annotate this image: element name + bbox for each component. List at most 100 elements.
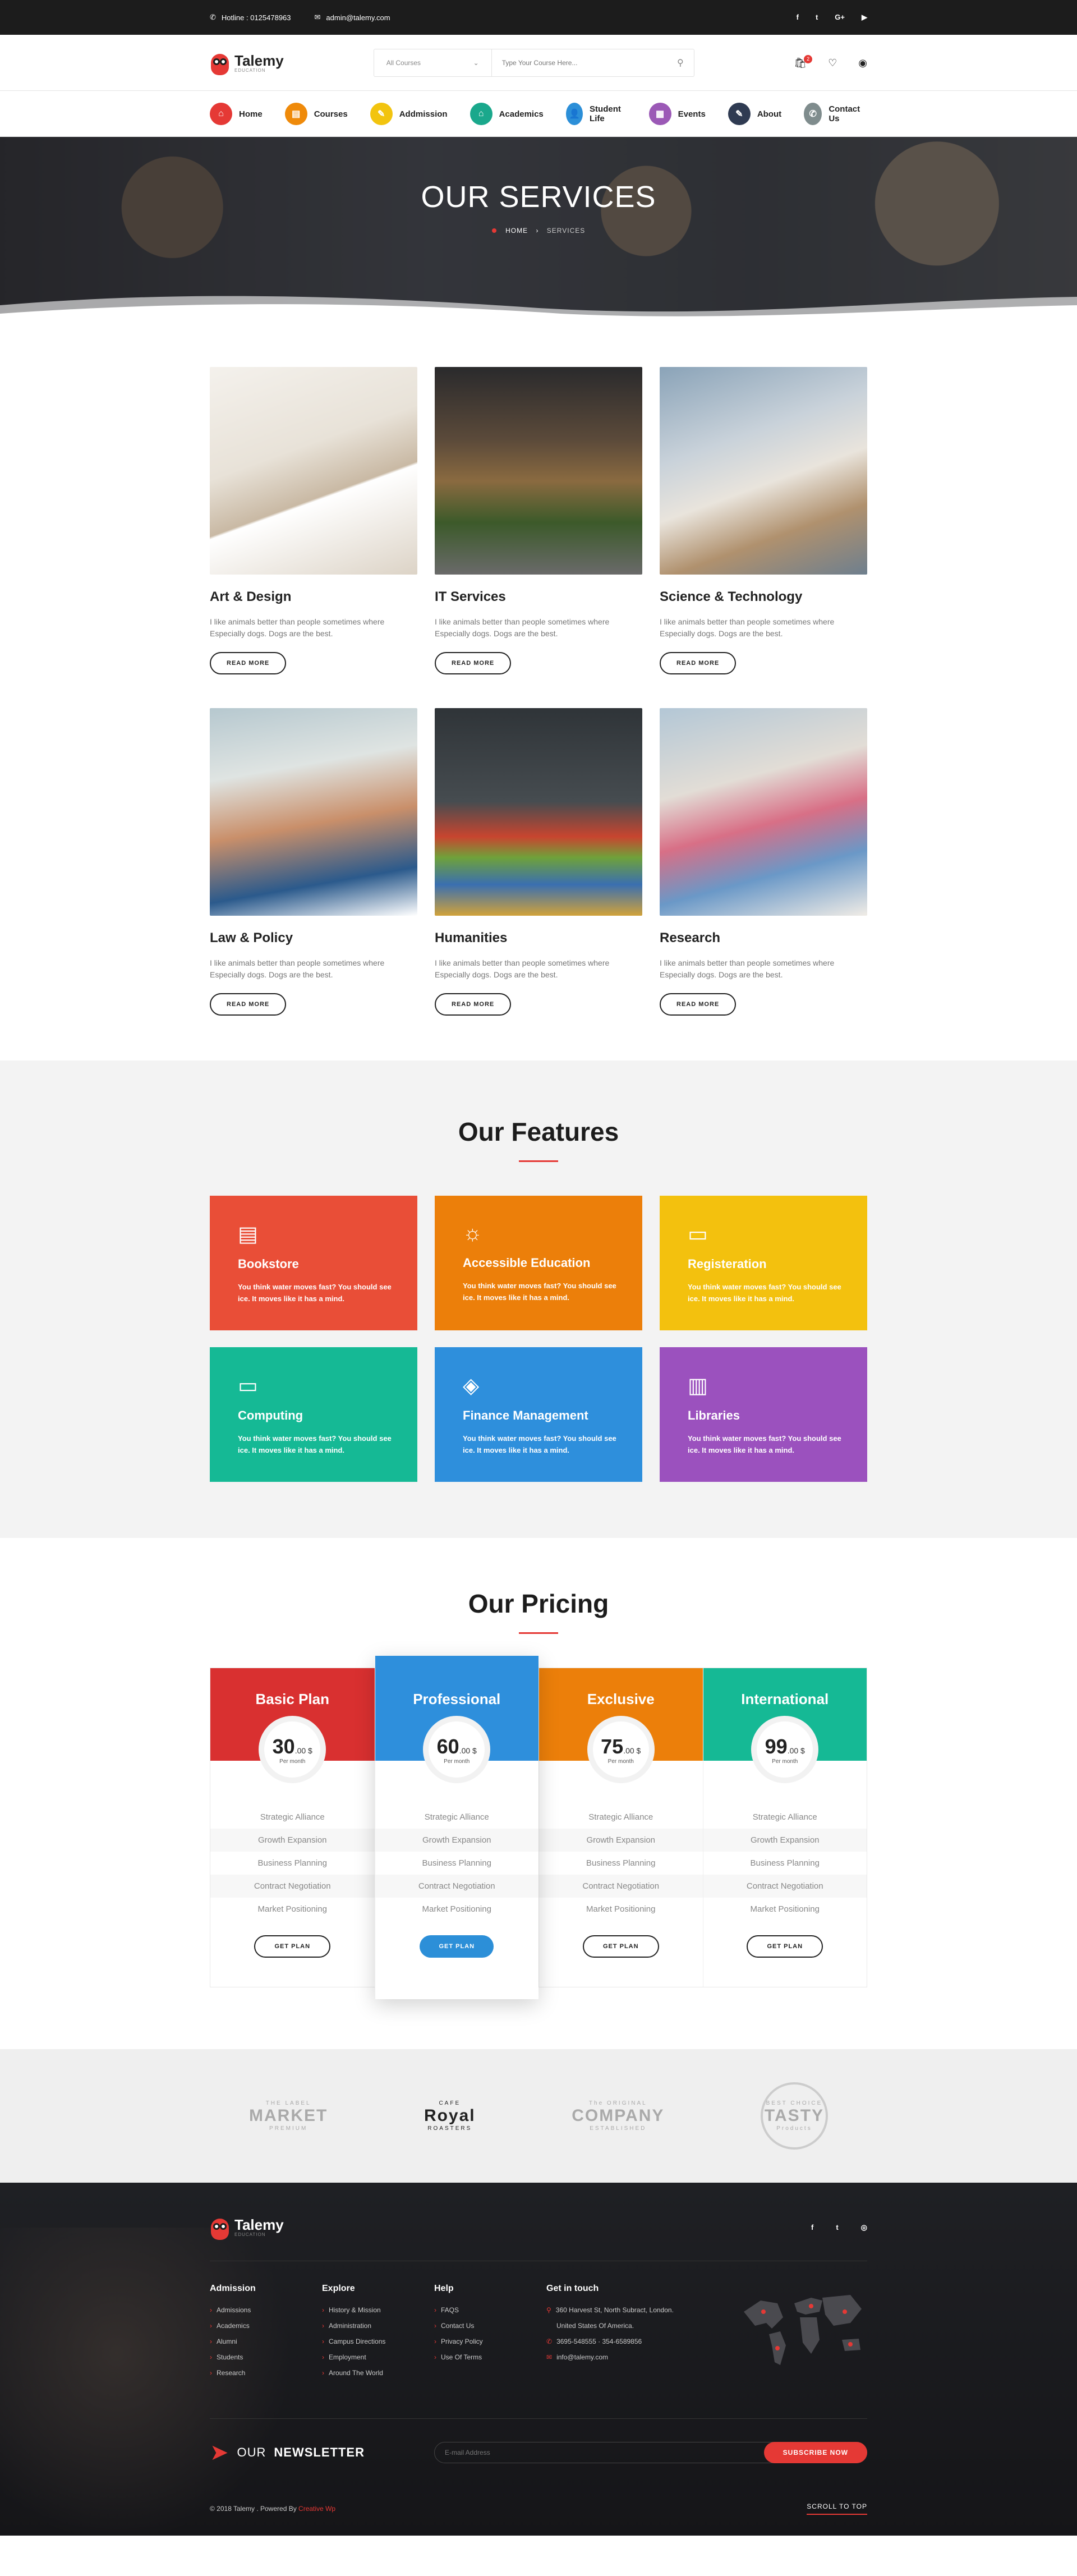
nav-item-student-life[interactable]: 👤 Student Life: [565, 103, 627, 125]
service-image[interactable]: [660, 367, 867, 575]
facebook-icon[interactable]: f: [797, 13, 799, 22]
service-image[interactable]: [435, 708, 642, 916]
nav-item-home[interactable]: ⌂ Home: [210, 103, 263, 125]
service-description: I like animals better than people someti…: [435, 617, 610, 638]
copyright: © 2018 Talemy . Powered By Creative Wp: [210, 2505, 335, 2513]
service-image[interactable]: [210, 367, 417, 575]
feature-title: Computing: [238, 1408, 303, 1422]
nav-icon: ✎: [728, 103, 751, 125]
read-more-button[interactable]: READ MORE: [660, 993, 737, 1016]
read-more-button[interactable]: READ MORE: [210, 993, 287, 1016]
scroll-to-top-button[interactable]: SCROLL TO TOP: [807, 2502, 867, 2515]
read-more-button[interactable]: READ MORE: [435, 993, 512, 1016]
powered-by-link[interactable]: Creative Wp: [298, 2505, 335, 2513]
footer-link[interactable]: Use Of Terms: [434, 2353, 546, 2361]
feature-card[interactable]: ▤ Bookstore You think water moves fast? Yo…: [210, 1196, 417, 1330]
footer-logo-name: Talemy: [234, 2216, 284, 2233]
google-plus-icon[interactable]: G+: [835, 13, 845, 22]
nav-item-events[interactable]: ▦ Events: [648, 103, 706, 125]
feature-card[interactable]: ▭ Registeration You think water moves fast…: [660, 1196, 867, 1330]
feature-description: You think water moves fast? You should s…: [238, 1434, 392, 1454]
footer-logo[interactable]: Talemy EDUCATION: [210, 2215, 284, 2240]
plan-feature: Growth Expansion: [375, 1829, 538, 1852]
service-title[interactable]: IT Services: [435, 589, 642, 605]
wishlist-heart-icon[interactable]: ♡: [828, 57, 837, 69]
service-image[interactable]: [435, 367, 642, 575]
pricing-plan: International 99.00 $ Per month Strategic A…: [702, 1668, 867, 1987]
price-decimal: .00 $: [787, 1746, 805, 1755]
footer-link[interactable]: Alumni: [210, 2338, 322, 2345]
plan-feature: Strategic Alliance: [260, 1812, 325, 1822]
footer-link[interactable]: History & Mission: [322, 2306, 434, 2314]
feature-card[interactable]: ▭ Computing You think water moves fast? Yo…: [210, 1347, 417, 1482]
feature-card[interactable]: ▥ Libraries You think water moves fast? Yo…: [660, 1347, 867, 1482]
nav-icon: ▤: [284, 103, 307, 125]
user-account-icon[interactable]: ◉: [858, 57, 867, 69]
nav-label: About: [757, 109, 782, 119]
read-more-button[interactable]: READ MORE: [210, 652, 287, 674]
footer-link[interactable]: Contact Us: [434, 2322, 546, 2330]
get-plan-button[interactable]: GET PLAN: [747, 1935, 823, 1958]
footer-link[interactable]: Academics: [210, 2322, 322, 2330]
get-plan-button[interactable]: GET PLAN: [582, 1935, 659, 1958]
feature-card[interactable]: ☼ Accessible Education You think water mov…: [435, 1196, 642, 1330]
plan-features: Strategic Alliance Growth Expansion Busine…: [375, 1806, 538, 1921]
twitter-icon[interactable]: t: [836, 2223, 838, 2232]
category-select[interactable]: All Courses ⌄: [374, 49, 492, 76]
owl-logo-icon: [210, 2215, 230, 2240]
newsletter-label-bold: NEWSLETTER: [274, 2445, 365, 2459]
contact-email[interactable]: ✉ info@talemy.com: [546, 2353, 715, 2361]
service-title[interactable]: Research: [660, 930, 867, 946]
plan-name: Exclusive: [587, 1691, 655, 1707]
get-plan-button[interactable]: GET PLAN: [254, 1935, 331, 1958]
feature-description: You think water moves fast? You should s…: [463, 1434, 616, 1454]
subscribe-button[interactable]: SUBSCRIBE NOW: [763, 2441, 867, 2463]
cart-button[interactable]: 🛍 2: [794, 54, 813, 69]
nav-item-about[interactable]: ✎ About: [728, 103, 781, 125]
service-title[interactable]: Humanities: [435, 930, 642, 946]
feature-card[interactable]: ◈ Finance Management You think water moves…: [435, 1347, 642, 1482]
twitter-icon[interactable]: t: [816, 13, 818, 22]
email-text[interactable]: admin@talemy.com: [326, 13, 390, 22]
search-input[interactable]: [501, 59, 677, 67]
feature-icon: ▥: [688, 1374, 708, 1398]
read-more-button[interactable]: READ MORE: [435, 652, 512, 674]
footer-link[interactable]: FAQS: [434, 2306, 546, 2314]
address-line-2: United States Of America.: [556, 2322, 634, 2330]
service-title[interactable]: Science & Technology: [660, 589, 867, 605]
feature-title: Accessible Education: [463, 1256, 591, 1270]
pricing-table: Basic Plan 30.00 $ Per month Strategic Alli…: [210, 1656, 867, 1999]
contact-address: ⚲ 360 Harvest St, North Subract, London.: [546, 2306, 715, 2314]
footer-link[interactable]: Around The World: [322, 2369, 434, 2377]
plan-name: Basic Plan: [255, 1691, 329, 1707]
nav-item-contact-us[interactable]: ✆ Contact Us: [804, 103, 864, 125]
footer-link[interactable]: Employment: [322, 2353, 434, 2361]
service-image[interactable]: [660, 708, 867, 916]
search-icon[interactable]: ⚲: [677, 57, 684, 68]
youtube-icon[interactable]: ▶: [862, 13, 867, 22]
footer-link[interactable]: Privacy Policy: [434, 2338, 546, 2345]
footer-link[interactable]: Students: [210, 2353, 322, 2361]
footer-link[interactable]: Administration: [322, 2322, 434, 2330]
breadcrumb-home[interactable]: HOME: [505, 227, 528, 235]
nav-item-courses[interactable]: ▤ Courses: [284, 103, 348, 125]
features-title: Our Features: [458, 1117, 619, 1146]
service-image[interactable]: [210, 708, 417, 916]
facebook-icon[interactable]: f: [811, 2223, 813, 2232]
nav-item-academics[interactable]: ⌂ Academics: [470, 103, 544, 125]
read-more-button[interactable]: READ MORE: [660, 652, 737, 674]
email-address[interactable]: info@talemy.com: [556, 2353, 608, 2361]
instagram-icon[interactable]: ◎: [861, 2223, 867, 2232]
service-title[interactable]: Law & Policy: [210, 930, 417, 946]
top-bar: ✆ Hotline : 0125478963 ✉ admin@talemy.co…: [0, 0, 1077, 35]
footer-link[interactable]: Admissions: [210, 2306, 322, 2314]
footer-link[interactable]: Research: [210, 2369, 322, 2377]
service-title[interactable]: Art & Design: [210, 589, 417, 605]
email-link[interactable]: ✉ admin@talemy.com: [315, 13, 390, 22]
plan-feature: Growth Expansion: [703, 1829, 867, 1852]
get-plan-button[interactable]: GET PLAN: [420, 1935, 494, 1958]
footer-socials: f t ◎: [811, 2223, 867, 2232]
footer-link[interactable]: Campus Directions: [322, 2338, 434, 2345]
nav-item-addmission[interactable]: ✎ Addmission: [370, 103, 448, 125]
site-logo[interactable]: Talemy EDUCATION: [210, 50, 284, 75]
